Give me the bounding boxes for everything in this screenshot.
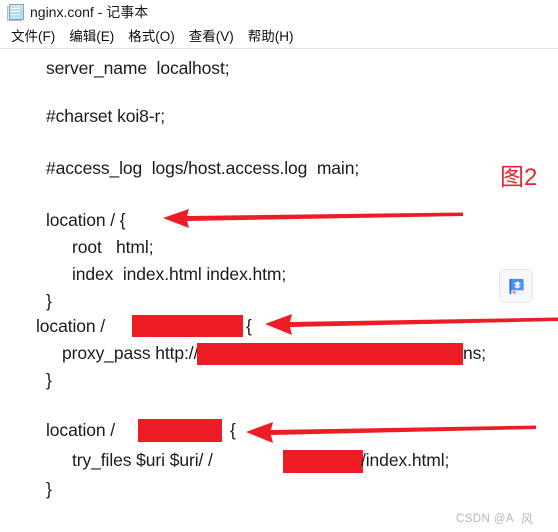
text-editor-area[interactable]: server_name localhost; #charset koi8-r; … <box>0 49 558 532</box>
redaction-proxy-pass-url <box>197 343 463 365</box>
code-line-close-brace-1: } <box>46 291 52 311</box>
code-line-location-spa: location / <box>46 420 116 440</box>
code-line-location-root: location / { <box>46 210 126 230</box>
notepad-window: nginx.conf - 记事本 文件(F) 编辑(E) 格式(O) 查看(V)… <box>0 0 558 532</box>
code-line-try-files-tail: /index.html; <box>361 450 450 470</box>
title-bar: nginx.conf - 记事本 <box>0 0 558 24</box>
code-line-charset: #charset koi8-r; <box>46 106 166 126</box>
code-line-try-files: try_files $uri $uri/ / <box>72 450 213 470</box>
menu-edit[interactable]: 编辑(E) <box>62 30 121 44</box>
window-title: nginx.conf - 记事本 <box>30 4 149 20</box>
redaction-try-files-path <box>283 450 363 473</box>
menu-bar: 文件(F) 编辑(E) 格式(O) 查看(V) 帮助(H) <box>0 26 558 48</box>
code-line-proxy-pass: proxy_pass http:// <box>62 343 199 363</box>
code-line-location-proxy: location / <box>36 316 106 336</box>
figure-label: 图2 <box>500 164 538 191</box>
menu-help[interactable]: 帮助(H) <box>241 30 301 44</box>
code-line-index: index index.html index.htm; <box>72 264 287 284</box>
code-line-location-spa-brace: { <box>230 420 236 440</box>
menu-file[interactable]: 文件(F) <box>4 30 62 44</box>
redaction-location-proxy-path <box>132 315 243 337</box>
menu-format[interactable]: 格式(O) <box>121 30 182 44</box>
code-line-proxy-pass-tail: ns; <box>463 343 487 363</box>
watermark-glyph: 风 <box>520 512 534 526</box>
code-line-location-proxy-brace: { <box>246 316 252 336</box>
watermark: CSDN @A 风 <box>456 510 533 527</box>
code-line-server-name: server_name localhost; <box>46 58 230 78</box>
code-line-access-log: #access_log logs/host.access.log main; <box>46 158 360 178</box>
menu-view[interactable]: 查看(V) <box>182 30 241 44</box>
redaction-location-spa-path <box>138 419 222 442</box>
notepad-icon <box>6 3 24 21</box>
code-line-close-brace-3: } <box>46 479 52 499</box>
watermark-text: CSDN @A <box>456 512 514 525</box>
book-icon <box>508 278 524 294</box>
code-line-close-brace-2: } <box>46 370 52 390</box>
code-line-root: root html; <box>72 237 154 257</box>
float-widget[interactable] <box>499 269 533 303</box>
